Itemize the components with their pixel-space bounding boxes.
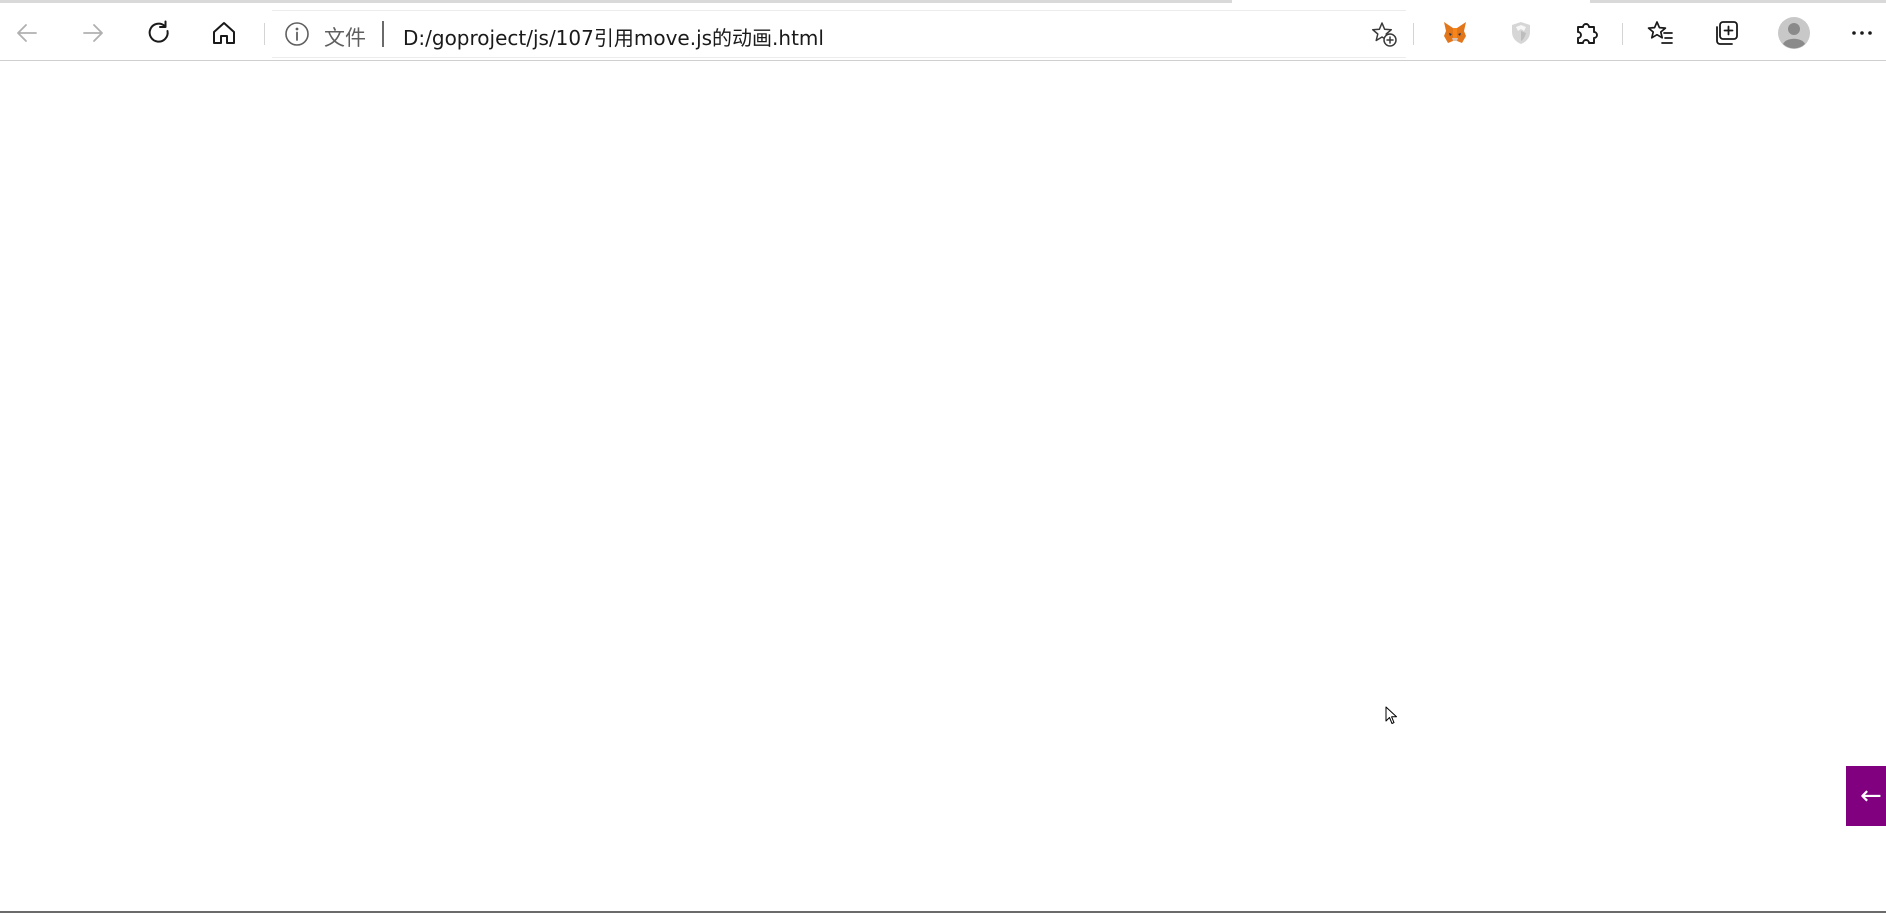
- toolbar-divider: [264, 23, 265, 45]
- shield-icon: [1512, 22, 1530, 44]
- home-button[interactable]: [204, 13, 244, 53]
- forward-button[interactable]: [73, 13, 113, 53]
- fox-icon: [1444, 22, 1466, 43]
- side-tab-button[interactable]: ←: [1846, 766, 1886, 826]
- address-bar[interactable]: 文件 D:/goproject/js/107引用move.js的动画.html: [272, 10, 1406, 58]
- metamask-extension-button[interactable]: [1435, 13, 1475, 53]
- avatar-icon: [1778, 17, 1810, 49]
- arrow-right-icon: [83, 24, 103, 42]
- favorites-list-icon: [1647, 21, 1673, 44]
- info-icon[interactable]: [284, 21, 310, 47]
- extensions-button[interactable]: [1566, 13, 1606, 53]
- scheme-label: 文件: [324, 26, 366, 50]
- side-tab-label: ←: [1860, 781, 1882, 811]
- profile-button[interactable]: [1774, 13, 1814, 53]
- shield-extension-button[interactable]: [1501, 13, 1541, 53]
- browser-window: 文件 D:/goproject/js/107引用move.js的动画.html: [0, 0, 1886, 913]
- back-button[interactable]: [7, 13, 47, 53]
- collections-icon: [1716, 21, 1738, 45]
- more-icon: [1852, 31, 1872, 35]
- star-add-icon[interactable]: [1368, 18, 1400, 50]
- home-icon: [213, 22, 235, 44]
- favorites-button[interactable]: [1640, 13, 1680, 53]
- refresh-button[interactable]: [139, 13, 179, 53]
- mouse-cursor-icon: [1385, 706, 1397, 724]
- browser-toolbar: 文件 D:/goproject/js/107引用move.js的动画.html: [0, 3, 1886, 61]
- address-separator: [382, 21, 384, 47]
- page-content: [0, 61, 1886, 911]
- refresh-icon: [148, 20, 169, 43]
- more-button[interactable]: [1842, 13, 1882, 53]
- puzzle-icon: [1577, 23, 1598, 44]
- arrow-left-icon: [17, 24, 37, 42]
- toolbar-divider: [1622, 23, 1623, 45]
- url-text[interactable]: D:/goproject/js/107引用move.js的动画.html: [403, 22, 824, 51]
- collections-button[interactable]: [1706, 13, 1746, 53]
- toolbar-divider: [1413, 23, 1414, 45]
